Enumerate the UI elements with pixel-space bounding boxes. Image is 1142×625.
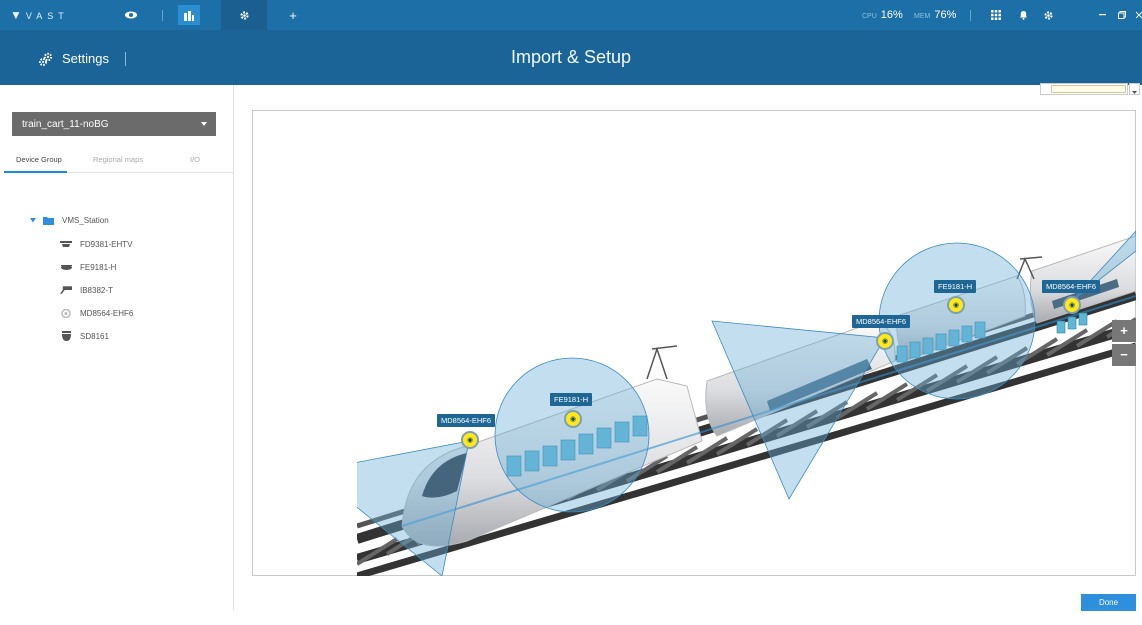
camera-label[interactable]: MD8564-EHF6: [437, 414, 496, 427]
camera-marker-icon[interactable]: ◉: [564, 410, 582, 428]
device-label: IB8382-T: [80, 285, 113, 295]
divider: [162, 10, 163, 21]
fisheye-camera-icon: [60, 239, 72, 249]
camera-marker-icon[interactable]: ◉: [461, 431, 479, 449]
camera-marker-icon[interactable]: ◉: [876, 332, 894, 350]
app-name: VAST: [25, 11, 69, 21]
add-tab-icon[interactable]: +: [284, 0, 302, 30]
tree-item-device[interactable]: FD9381-EHTV: [60, 237, 132, 251]
tree-item-device[interactable]: MD8564-EHF6: [60, 306, 133, 320]
mem-stat: MEM 76%: [914, 9, 957, 21]
expand-caret-icon[interactable]: [30, 215, 36, 225]
camera-marker-icon[interactable]: ◉: [947, 296, 965, 314]
map-select-value: train_cart_11-noBG: [22, 119, 109, 130]
zoom-out-button[interactable]: −: [1112, 344, 1136, 366]
device-label: FE9181-H: [80, 262, 117, 272]
divider: [970, 10, 971, 21]
page-title: Import & Setup: [510, 47, 632, 67]
restore-icon[interactable]: [1116, 0, 1128, 30]
train-map-image: [357, 221, 1136, 576]
camera-label[interactable]: MD8564-EHF6: [852, 315, 911, 328]
app-logo: ▼ VAST: [10, 8, 69, 22]
cpu-stat: CPU 16%: [862, 9, 903, 21]
done-button[interactable]: Done: [1081, 594, 1136, 611]
map-search-input[interactable]: [1040, 83, 1128, 95]
playback-icon[interactable]: [178, 5, 200, 25]
liveview-icon[interactable]: [120, 0, 142, 30]
train-floorplan: [357, 230, 1136, 576]
map-search-field[interactable]: [1051, 85, 1126, 93]
camera-label[interactable]: FE9181-H: [550, 393, 593, 406]
dome-camera-icon: [60, 262, 72, 272]
grid-menu-icon[interactable]: [988, 0, 1004, 30]
camera-marker-icon[interactable]: ◉: [1063, 296, 1081, 314]
system-settings-gear-icon[interactable]: [1040, 0, 1056, 30]
notification-bell-icon[interactable]: [1015, 0, 1031, 30]
device-label: MD8564-EHF6: [80, 308, 134, 318]
camera-label[interactable]: MD8564-EHF6: [1042, 280, 1101, 293]
folder-icon: [42, 215, 54, 225]
speed-dome-camera-icon: [60, 331, 72, 341]
mobile-dome-camera-icon: [60, 308, 72, 318]
zoom-in-button[interactable]: +: [1112, 320, 1136, 342]
tree-item-device[interactable]: SD8161: [60, 329, 109, 343]
top-bar: ▼ VAST + CPU 16% MEM 76%: [0, 0, 1142, 30]
panel-tabs: Device Group Regional maps I/O: [4, 155, 234, 173]
page-header: Settings Import & Setup: [0, 30, 1142, 85]
chevron-down-icon: [1132, 91, 1137, 94]
tab-regional-maps[interactable]: Regional maps: [93, 155, 143, 173]
tree-root-label: VMS_Station: [62, 215, 109, 225]
map-select[interactable]: train_cart_11-noBG: [12, 112, 216, 136]
close-icon[interactable]: [1136, 0, 1142, 30]
vast-logo-icon: ▼: [10, 8, 22, 22]
tree-item-vms-station[interactable]: VMS_Station: [30, 213, 109, 227]
device-label: SD8161: [80, 331, 109, 341]
camera-label[interactable]: FE9181-H: [934, 280, 977, 293]
settings-tab-gear-icon[interactable]: [221, 0, 267, 30]
tab-io[interactable]: I/O: [190, 155, 200, 173]
active-tab-indicator: [4, 171, 67, 173]
map-search-dropdown[interactable]: [1129, 83, 1140, 95]
bullet-camera-icon: [60, 285, 72, 295]
minimize-icon[interactable]: [1096, 0, 1108, 30]
fov-circle: [494, 357, 650, 513]
chevron-down-icon: [201, 122, 207, 126]
left-panel: train_cart_11-noBG Device Group Regional…: [0, 85, 234, 610]
tree-item-device[interactable]: IB8382-T: [60, 283, 113, 297]
tree-item-device[interactable]: FE9181-H: [60, 260, 116, 274]
device-label: FD9381-EHTV: [80, 239, 133, 249]
